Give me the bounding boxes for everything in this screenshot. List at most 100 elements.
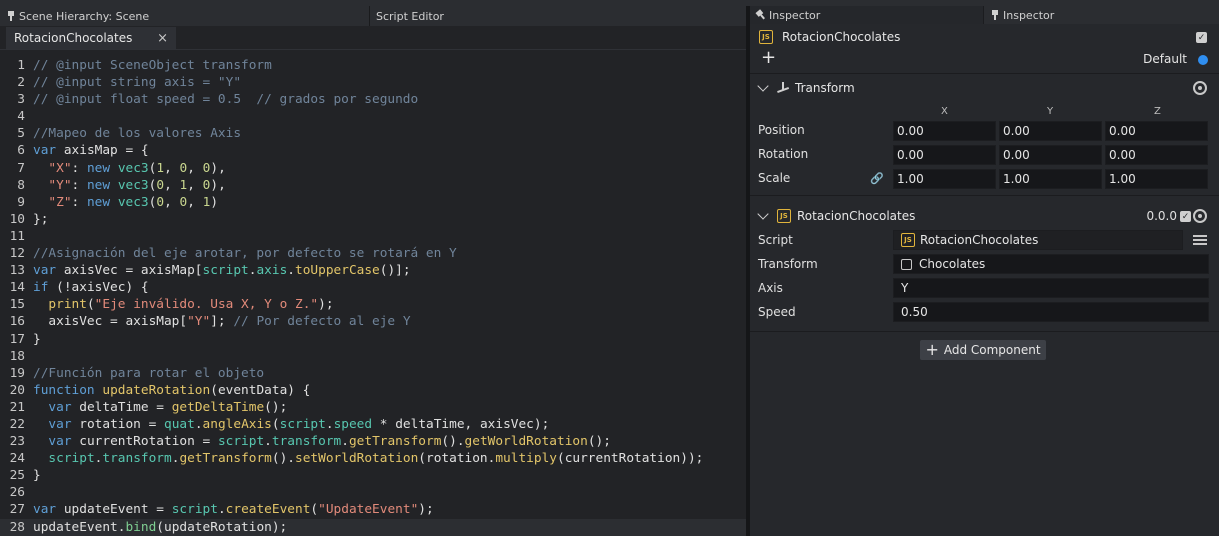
line-number: 13 [9,263,25,279]
code-editor[interactable]: 1 // @input SceneObject transform 2 // @inp… [0,51,746,536]
code-line[interactable]: 13 var axisVec = axisMap[script.axis.toUp… [0,262,746,279]
line-number: 15 [9,297,25,313]
code-line[interactable]: 9 "Z": new vec3(0, 0, 1) [0,194,746,211]
code-token: bind [125,519,157,535]
code-line[interactable]: 22 var rotation = quat.angleAxis(script.… [0,416,746,433]
code-line[interactable]: 14 if (!axisVec) { [0,279,746,296]
code-line[interactable]: 15 print("Eje inválido. Usa X, Y o Z."); [0,296,746,313]
code-text: // @input SceneObject transform [33,57,272,74]
tab-inspector-1-label: Inspector [769,8,821,22]
layer-color-dot[interactable] [1198,55,1208,65]
code-token: , [164,177,180,193]
code-line[interactable]: 28 updateEvent.bind(updateRotation); [0,518,746,536]
code-token: function [33,382,95,398]
code-line[interactable]: 26 [0,484,746,501]
code-line[interactable]: 25} [0,467,746,484]
position-row: Position 0.00 0.00 0.00 [750,119,1219,143]
code-line[interactable]: 27 var updateEvent = script.createEvent("… [0,501,746,518]
code-line[interactable]: 3 // @input float speed = 0.5 // grados p… [0,91,746,108]
code-line[interactable]: 4 [0,108,746,125]
transform-object-field[interactable]: Chocolates [893,254,1209,274]
code-text: }; [33,211,48,228]
scale-x-field[interactable]: 1.00 [893,169,996,189]
add-button[interactable]: + [761,49,776,67]
code-token: : [71,160,87,176]
scale-y-field[interactable]: 1.00 [999,169,1102,189]
file-tab-rotacion-chocolates[interactable]: RotacionChocolates × [6,27,176,49]
line-number: 21 [9,399,25,415]
code-line[interactable]: 19 //Función para rotar el objeto [0,365,746,382]
code-text: "X": new vec3(1, 0, 0), [33,160,225,177]
plus-icon: + [925,340,939,359]
pin-icon[interactable] [753,7,768,23]
rotation-x-field[interactable]: 0.00 [893,145,996,165]
code-line[interactable]: 1 // @input SceneObject transform [0,57,746,74]
code-text: } [33,467,41,484]
code-line[interactable]: 20 function updateRotation(eventData) { [0,382,746,399]
code-line[interactable]: 7 "X": new vec3(1, 0, 0), [0,160,746,177]
gear-icon[interactable] [1193,81,1207,95]
link-icon[interactable]: 🔗 [870,172,884,185]
object-name[interactable]: RotacionChocolates [782,30,900,44]
add-component-button[interactable]: + Add Component [920,340,1046,360]
scale-z-field[interactable]: 1.00 [1105,169,1208,189]
position-z-field[interactable]: 0.00 [1105,121,1208,141]
tab-inspector-2[interactable]: Inspector [984,6,1219,24]
script-label: Script [758,233,793,247]
code-line[interactable]: 8 "Y": new vec3(0, 1, 0), [0,177,746,194]
line-number: 1 [17,58,25,73]
speed-input[interactable]: 0.50 [893,302,1209,322]
code-line[interactable]: 5 //Mapeo de los valores Axis [0,125,746,142]
transform-section-header[interactable]: Transform [750,74,1219,102]
position-x-field[interactable]: 0.00 [893,121,996,141]
tab-script-editor-label: Script Editor [376,9,444,23]
code-line[interactable]: 2 // @input string axis = "Y" [0,74,746,91]
component-enabled-checkbox[interactable]: ✓ [1180,211,1191,222]
sliders-icon[interactable] [1193,234,1207,246]
script-asset-field[interactable]: JS RotacionChocolates [893,230,1183,250]
chevron-down-icon[interactable] [757,80,769,92]
code-text: script.transform.getTransform().setWorld… [33,450,703,467]
line-number: 3 [17,92,25,108]
chevron-down-icon[interactable] [757,208,769,220]
code-token: setWorldRotation [295,451,419,467]
rotation-label: Rotation [758,147,809,161]
pin-icon[interactable] [990,9,1000,21]
close-icon[interactable]: × [157,31,168,46]
script-component-header[interactable]: JS RotacionChocolates 0.0.0 ✓ [750,202,1219,230]
rotation-z-field[interactable]: 0.00 [1105,145,1208,165]
tab-inspector-1[interactable]: Inspector [750,6,984,24]
code-line[interactable]: 17} [0,331,746,348]
rotation-y-field[interactable]: 0.00 [999,145,1102,165]
code-token: transform [271,434,342,450]
code-token: ]; [210,314,234,330]
tab-script-editor[interactable]: Script Editor [370,6,746,26]
code-line[interactable]: 24 script.transform.getTransform().setWo… [0,450,746,467]
line-number: 5 [17,126,25,142]
code-line[interactable]: 12 //Asignación del eje arotar, por defec… [0,245,746,262]
code-token: . [264,434,272,450]
layer-label[interactable]: Default [1143,52,1187,66]
tab-scene-hierarchy[interactable]: Scene Hierarchy: Scene [0,6,370,26]
axis-input[interactable]: Y [893,278,1209,298]
code-token: axisMap = { [56,143,149,159]
line-number: 20 [9,382,25,398]
code-token: axisVec = axisMap[ [33,314,188,330]
code-line[interactable]: 10}; [0,211,746,228]
code-line[interactable]: 23 var currentRotation = script.transfor… [0,433,746,450]
code-token: updateRotation [102,382,211,398]
tab-inspector-2-label: Inspector [1003,8,1055,22]
gear-icon[interactable] [1193,209,1207,223]
object-enabled-checkbox[interactable]: ✓ [1196,32,1207,43]
code-line[interactable]: 16 axisVec = axisMap["Y"]; // Por defect… [0,313,746,330]
code-line[interactable]: 6 var axisMap = { [0,142,746,159]
position-y-field[interactable]: 0.00 [999,121,1102,141]
code-line[interactable]: 21 var deltaTime = getDeltaTime(); [0,399,746,416]
code-line[interactable]: 18 [0,348,746,365]
code-token: ); [318,297,334,313]
code-line[interactable]: 11 [0,228,746,245]
pin-icon[interactable] [6,10,16,22]
